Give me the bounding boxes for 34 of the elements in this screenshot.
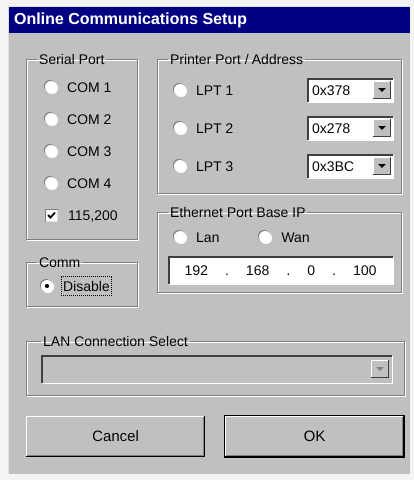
radio-option[interactable]: COM 3	[37, 135, 129, 167]
ip-address-field[interactable]: 192 . 168 . 0 . 100	[168, 256, 393, 284]
address-dropdown[interactable]: 0x3BC	[307, 154, 393, 178]
group-label: Comm	[38, 254, 82, 270]
radio-option[interactable]: Disable	[37, 274, 129, 298]
radio-option[interactable]: LPT 1	[174, 74, 236, 106]
checkbox-option[interactable]: 115,200	[37, 199, 129, 231]
radio-button[interactable]	[45, 81, 57, 93]
window-title: Online Communications Setup	[14, 11, 247, 29]
group-label: Serial Port	[38, 51, 106, 67]
radio-button[interactable]	[174, 84, 186, 96]
group-label: Printer Port / Address	[169, 51, 304, 67]
radio-button[interactable]	[174, 231, 186, 243]
address-dropdown[interactable]: 0x278	[307, 116, 393, 140]
radio-option[interactable]: COM 2	[37, 103, 129, 135]
radio-option[interactable]: LPT 3	[174, 150, 236, 182]
checkbox[interactable]	[45, 208, 58, 222]
group-label: Ethernet Port Base IP	[169, 204, 306, 220]
radio-button[interactable]	[45, 113, 57, 125]
radio-button[interactable]	[41, 280, 53, 292]
radio-button[interactable]	[45, 145, 57, 157]
radio-option[interactable]: COM 4	[37, 167, 129, 199]
group-label: LAN Connection Select	[42, 333, 189, 349]
dialog-button[interactable]: OK	[225, 416, 404, 457]
radio-option[interactable]: LPT 2	[174, 112, 236, 144]
radio-button[interactable]	[174, 122, 186, 134]
radio-button[interactable]	[174, 160, 186, 172]
address-dropdown[interactable]: 0x378	[307, 78, 393, 102]
radio-button[interactable]	[45, 177, 57, 189]
radio-option[interactable]: Wan	[259, 224, 312, 250]
radio-option[interactable]: COM 1	[37, 71, 129, 103]
radio-option[interactable]: Lan	[174, 224, 222, 250]
dialog-button[interactable]: Cancel	[26, 416, 205, 457]
radio-button[interactable]	[259, 231, 272, 243]
